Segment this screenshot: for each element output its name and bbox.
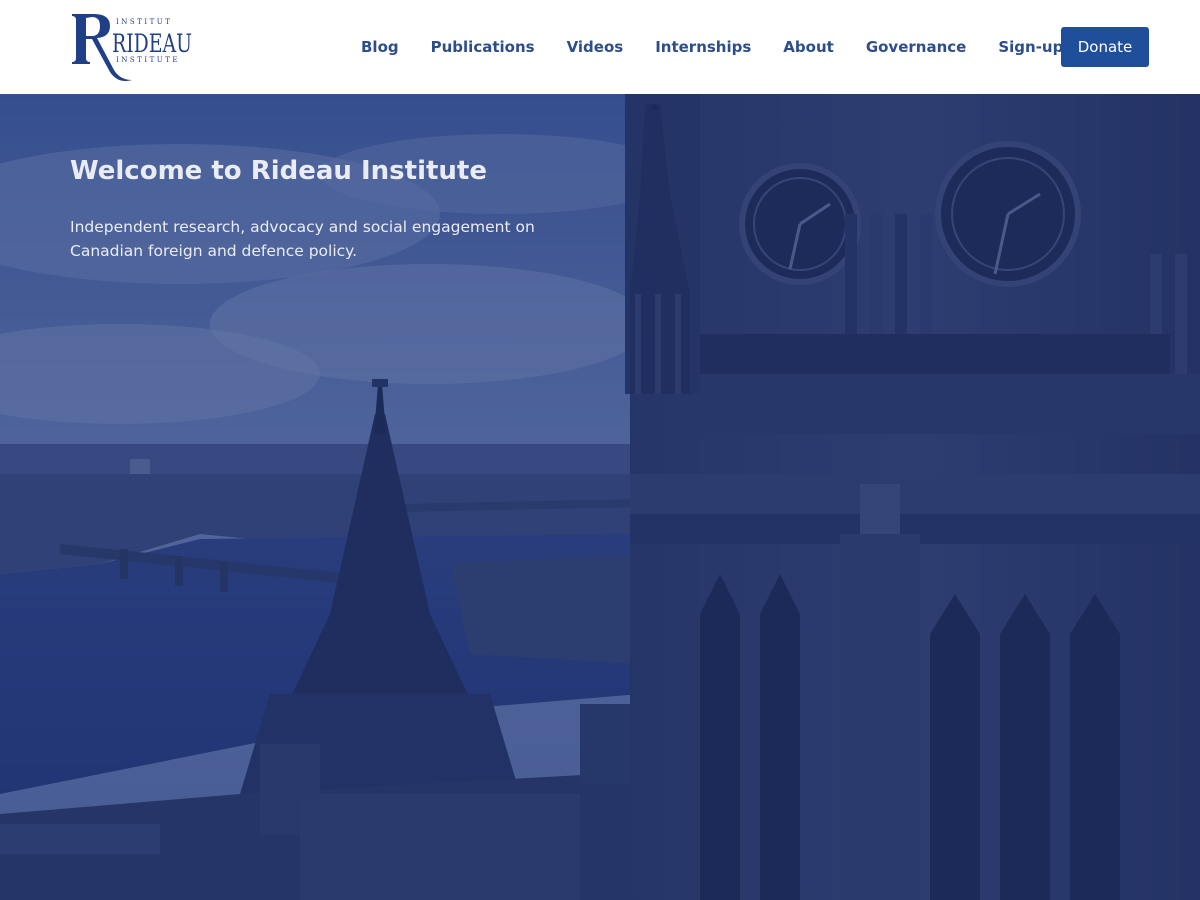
svg-text:INSTITUT: INSTITUT (116, 18, 172, 26)
svg-text:RIDEAU: RIDEAU (112, 29, 192, 58)
hero-section: Welcome to Rideau Institute Independent … (0, 94, 1200, 900)
site-header: INSTITUT RIDEAU INSTITUTE Blog Publicati… (0, 0, 1200, 94)
nav-item-videos[interactable]: Videos (551, 27, 640, 67)
nav-item-blog[interactable]: Blog (345, 27, 415, 67)
nav-item-publications[interactable]: Publications (415, 27, 551, 67)
main-nav: Blog Publications Videos Internships Abo… (345, 27, 1079, 67)
hero-subtitle: Independent research, advocacy and socia… (70, 218, 535, 260)
nav-item-about[interactable]: About (767, 27, 850, 67)
rideau-institute-logo[interactable]: INSTITUT RIDEAU INSTITUTE (70, 12, 196, 82)
nav-item-internships[interactable]: Internships (639, 27, 767, 67)
donate-button[interactable]: Donate (1061, 27, 1149, 67)
svg-text:INSTITUTE: INSTITUTE (116, 56, 180, 64)
nav-item-governance[interactable]: Governance (850, 27, 983, 67)
hero-title: Welcome to Rideau Institute (70, 156, 487, 186)
